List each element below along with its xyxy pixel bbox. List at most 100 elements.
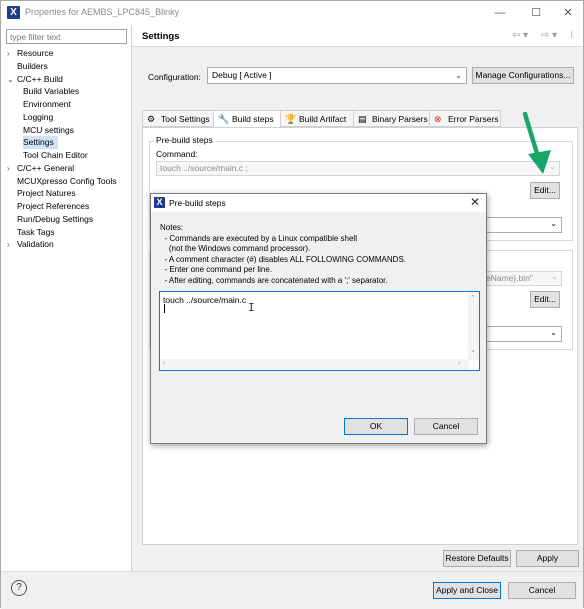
tree-item-label: Validation — [17, 239, 54, 250]
tab-error-parsers[interactable]: ⊗ Error Parsers — [429, 110, 501, 127]
tab-label: Build steps — [232, 114, 274, 124]
maximize-button[interactable]: ☐ — [521, 4, 551, 22]
tree-item-label: Run/Debug Settings — [17, 213, 94, 224]
tree-item[interactable]: › Validation — [7, 238, 54, 251]
note-line: - Enter one command per line. — [160, 265, 273, 275]
title-bar: X Properties for AEMBS_LPC845_Blinky — ☐… — [1, 1, 583, 25]
tree-item-label: Logging — [23, 111, 54, 122]
annotation-arrow-icon — [522, 112, 551, 174]
tree-item[interactable]: › Resource — [7, 47, 53, 60]
command-textarea[interactable]: touch ../source/main.c I ⌃ ⌄ ‹ › — [159, 291, 480, 371]
ok-button[interactable]: OK — [344, 418, 408, 435]
notes-text: Notes: - Commands are executed by a Linu… — [160, 223, 406, 287]
tool-settings-icon: ⚙ — [147, 114, 156, 124]
tree-item[interactable]: Environment — [23, 98, 71, 111]
tree-item[interactable]: Run/Debug Settings — [7, 213, 93, 226]
tree-item[interactable]: Task Tags — [7, 226, 55, 239]
forward-icon[interactable]: ⇨ ▾ — [541, 30, 557, 41]
tree-item-label: Project Natures — [17, 188, 76, 199]
dialog-title: Pre-build steps — [169, 198, 226, 208]
note-line: - A comment character (#) disables ALL F… — [160, 254, 406, 264]
note-line: - Commands are executed by a Linux compa… — [160, 233, 357, 243]
configuration-label: Configuration: — [148, 72, 201, 82]
scroll-left-icon[interactable]: ‹ — [163, 360, 165, 367]
edit-postbuild-button[interactable]: Edit... — [530, 291, 560, 308]
prebuild-command-field: touch ../source/main.c ; — [156, 161, 560, 176]
tree-item-label: Build Variables — [23, 86, 80, 97]
scroll-down-icon[interactable]: ⌄ — [470, 346, 476, 354]
tree-item[interactable]: › C/C++ General — [7, 162, 74, 175]
wrench-icon: 🔧 — [218, 114, 230, 124]
manage-configurations-button[interactable]: Manage Configurations... — [472, 67, 574, 84]
scroll-right-icon[interactable]: › — [458, 360, 460, 367]
tree-item-label: Task Tags — [17, 226, 55, 237]
close-button[interactable]: ✕ — [553, 4, 583, 22]
edit-prebuild-button[interactable]: Edit... — [530, 182, 560, 199]
tree-item-label: Tool Chain Editor — [23, 150, 88, 160]
tab-build-artifact[interactable]: 🏆 Build Artifact — [280, 110, 354, 127]
expand-arrow-icon[interactable]: › — [7, 238, 17, 251]
cancel-button[interactable]: Cancel — [508, 582, 576, 599]
trophy-icon: 🏆 — [285, 114, 297, 124]
chevron-down-icon: ⌄ — [550, 328, 557, 337]
help-icon[interactable]: ? — [11, 580, 27, 596]
chevron-down-icon: ⌄ — [550, 219, 557, 228]
tree-item-label: MCUXpresso Config Tools — [17, 175, 117, 186]
error-icon: ⊗ — [434, 114, 442, 124]
dialog-cancel-button[interactable]: Cancel — [414, 418, 478, 435]
tree-item[interactable]: ⌄ C/C++ Build — [7, 73, 63, 86]
prebuild-description-combo[interactable]: ⌄ — [483, 217, 562, 233]
tab-label: Build Artifact — [299, 114, 347, 124]
filter-input[interactable] — [6, 29, 127, 44]
tree-item-label: Settings — [23, 137, 54, 148]
app-icon: X — [154, 197, 165, 208]
tree-item-label: Project References — [17, 201, 90, 211]
settings-header: Settings ⇦ ▾ ⇨ ▾ ⁝ — [132, 25, 583, 47]
command-label: Command: — [156, 149, 198, 159]
tree-item-label: MCU settings — [23, 124, 75, 135]
tree-item[interactable]: Project References — [7, 200, 89, 213]
tree-item-label: C/C++ Build — [17, 73, 63, 84]
command-text: touch ../source/main.c — [163, 295, 247, 305]
view-menu-icon[interactable]: ⁝ — [570, 30, 573, 41]
tab-label: Error Parsers — [448, 114, 499, 124]
configuration-value: Debug [ Active ] — [212, 70, 272, 80]
app-icon: X — [7, 6, 20, 19]
tab-label: Tool Settings — [161, 114, 210, 124]
tab-tool-settings[interactable]: ⚙ Tool Settings — [142, 110, 214, 127]
note-line: (not the Windows command processor). — [160, 244, 311, 254]
tab-binary-parsers[interactable]: ▤ Binary Parsers — [353, 110, 430, 127]
dialog-close-button[interactable]: ✕ — [470, 195, 480, 209]
expand-arrow-icon[interactable]: › — [7, 162, 17, 175]
tab-build-steps[interactable]: 🔧 Build steps — [213, 110, 281, 128]
tree-item-label: C/C++ General — [17, 162, 75, 173]
postbuild-description-combo[interactable]: ⌄ — [483, 326, 562, 342]
apply-and-close-button[interactable]: Apply and Close — [433, 582, 501, 599]
tree-item-label: Builders — [17, 60, 48, 71]
expand-arrow-icon[interactable]: › — [7, 47, 17, 60]
tree-item[interactable]: MCUXpresso Config Tools — [7, 175, 117, 188]
expand-arrow-icon[interactable]: ⌄ — [7, 73, 17, 86]
configuration-select[interactable]: Debug [ Active ] ⌄ — [207, 67, 467, 84]
text-caret — [164, 304, 165, 313]
tree-item[interactable]: Logging — [23, 111, 53, 124]
scroll-up-icon[interactable]: ⌃ — [470, 294, 476, 302]
tree-item[interactable]: Settings — [23, 136, 58, 150]
restore-defaults-button[interactable]: Restore Defaults — [443, 550, 511, 567]
tree-item[interactable]: Builders — [7, 60, 48, 73]
tree-item[interactable]: Project Natures — [7, 187, 76, 200]
dialog-title-bar: X Pre-build steps ✕ — [151, 194, 486, 212]
note-line: - After editing, commands are concatenat… — [160, 275, 388, 285]
prebuild-group-label: Pre-build steps — [154, 135, 215, 145]
prebuild-steps-dialog: X Pre-build steps ✕ Notes: - Commands ar… — [150, 193, 487, 444]
tree-item[interactable]: Tool Chain Editor — [23, 149, 88, 162]
tree-item[interactable]: MCU settings — [23, 124, 74, 137]
vertical-scrollbar[interactable]: ⌃ ⌄ — [468, 292, 479, 360]
dialog-footer: ? Apply and Close Cancel — [1, 571, 583, 609]
horizontal-scrollbar[interactable]: ‹ › — [160, 359, 469, 370]
back-icon[interactable]: ⇦ ▾ — [512, 30, 528, 41]
apply-button[interactable]: Apply — [516, 550, 579, 567]
tree-item[interactable]: Build Variables — [23, 85, 79, 98]
window-title: Properties for AEMBS_LPC845_Blinky — [25, 7, 180, 17]
minimize-button[interactable]: — — [485, 4, 515, 22]
